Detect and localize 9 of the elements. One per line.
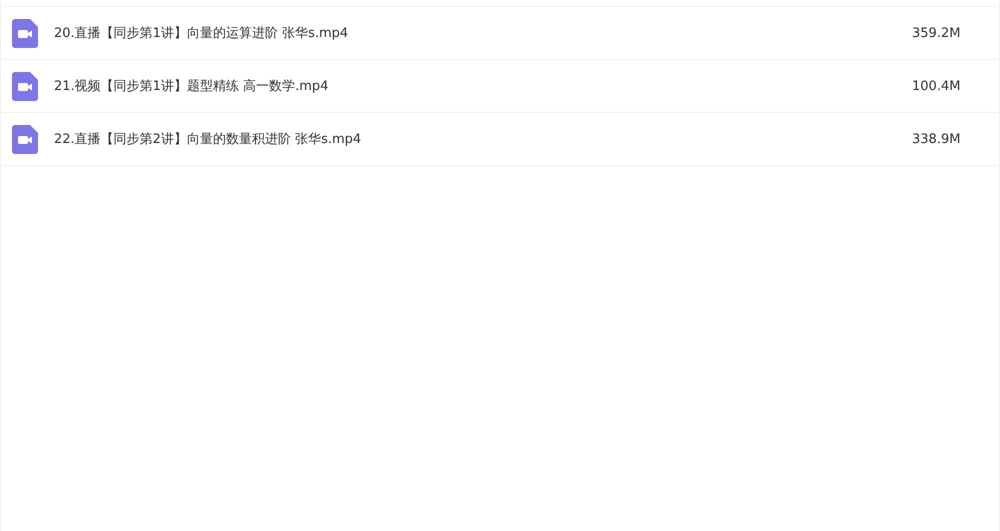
file-name[interactable]: 20.直播【同步第1讲】向量的运算进阶 张华s.mp4: [54, 24, 912, 42]
file-name[interactable]: 22.直播【同步第2讲】向量的数量积进阶 张华s.mp4: [54, 130, 912, 148]
video-file-icon: [12, 124, 38, 154]
file-size: 359.2M: [912, 26, 962, 40]
file-name[interactable]: 21.视频【同步第1讲】题型精练 高一数学.mp4: [54, 77, 912, 95]
file-size: 338.9M: [912, 132, 962, 146]
file-size: 100.4M: [912, 78, 962, 94]
video-file-icon: [12, 18, 38, 48]
video-file-icon: [12, 72, 38, 100]
